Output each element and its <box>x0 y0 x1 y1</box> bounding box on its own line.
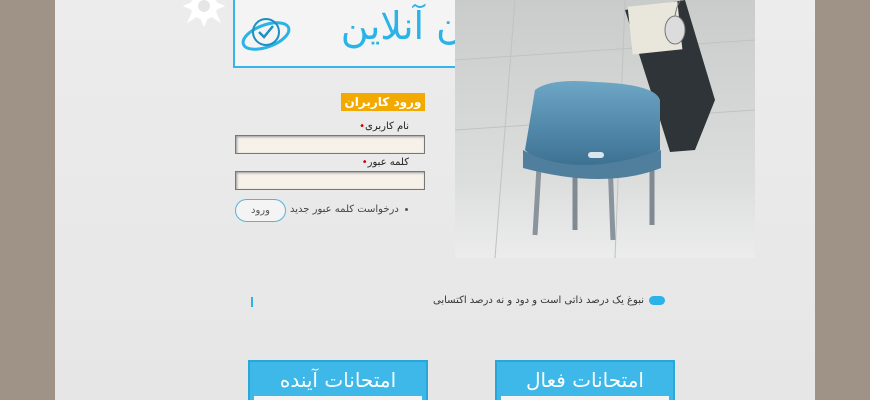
username-input[interactable] <box>235 135 425 154</box>
login-button[interactable]: ورود <box>235 199 286 222</box>
username-label-text: نام کاربری <box>365 121 409 132</box>
globe-logo-icon <box>241 18 291 51</box>
quote-badge-icon <box>649 295 665 305</box>
password-input[interactable] <box>235 171 425 190</box>
news-quote-text: نبوغ یک درصد ذاتی است و دود و نه درصد اک… <box>432 295 644 306</box>
tab-active-exams-label: امتحانات فعال <box>526 368 644 392</box>
password-label: کلمه عبور• <box>359 157 409 168</box>
news-bar-marker <box>251 297 253 307</box>
tab-content-strip <box>254 396 422 400</box>
snowflake-emblem-icon <box>182 0 226 28</box>
chair-photo <box>455 0 755 258</box>
tab-upcoming-exams-label: امتحانات آینده <box>279 368 397 392</box>
bullet-icon <box>404 207 408 211</box>
forgot-password-text: درخواست کلمه عبور جدید <box>290 204 399 215</box>
username-label: نام کاربری• <box>356 121 409 132</box>
tab-active-exams[interactable]: امتحانات فعال <box>495 360 675 400</box>
page-container: آزمون آنلاین ورود کاربران نام کاربری• کل… <box>55 0 815 400</box>
login-title: ورود کاربران <box>341 93 425 111</box>
forgot-password-link[interactable]: درخواست کلمه عبور جدید <box>290 204 408 215</box>
news-quote: نبوغ یک درصد ذاتی است و دود و نه درصد اک… <box>433 295 665 306</box>
tab-upcoming-exams[interactable]: امتحانات آینده <box>248 360 428 400</box>
tab-content-strip <box>501 396 669 400</box>
password-label-text: کلمه عبور <box>367 157 409 168</box>
